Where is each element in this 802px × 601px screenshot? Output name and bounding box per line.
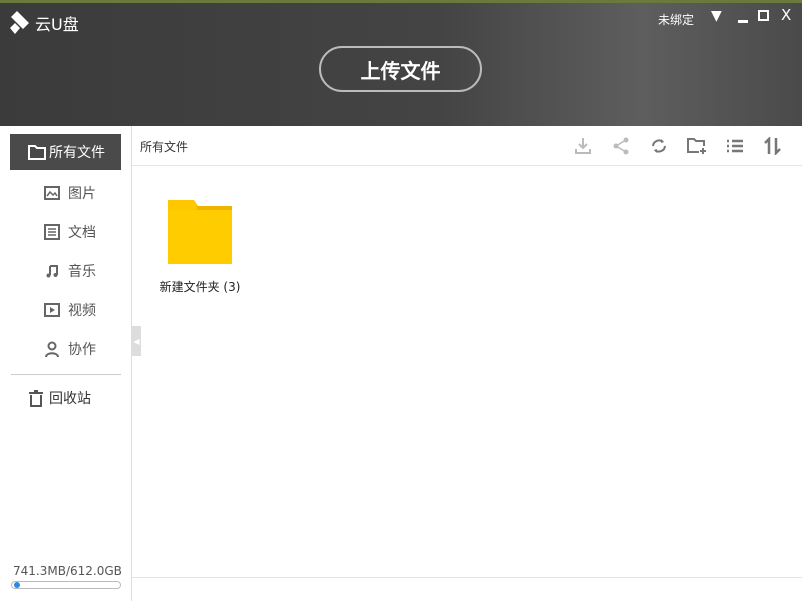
folder-item[interactable]: 新建文件夹 (3) (150, 196, 250, 295)
image-icon (44, 186, 60, 200)
sidebar-item-images[interactable]: 图片 (10, 175, 121, 211)
music-icon (44, 263, 60, 279)
sidebar: 所有文件 图片 文档 音乐 视频 协作 回收站 741.3MB/612.0GB (0, 126, 132, 601)
app-logo: 云U盘 (9, 11, 79, 35)
logo-icon (9, 11, 31, 35)
app-title: 云U盘 (35, 11, 79, 35)
sidebar-item-label: 协作 (68, 339, 96, 359)
close-button[interactable]: X (781, 7, 791, 23)
title-bar: 云U盘 未绑定 ▼ X 上传文件 (0, 0, 802, 126)
sidebar-item-video[interactable]: 视频 (10, 292, 121, 328)
minimize-button[interactable] (738, 12, 748, 23)
sidebar-item-trash[interactable]: 回收站 (10, 380, 121, 416)
toolbar: 所有文件 (132, 126, 802, 166)
list-view-icon[interactable] (724, 135, 746, 157)
collapse-sidebar-button[interactable]: ◀ (132, 326, 141, 356)
sidebar-item-all-files[interactable]: 所有文件 (10, 134, 121, 170)
folder-icon (28, 145, 46, 160)
sidebar-item-collaborate[interactable]: 协作 (10, 331, 121, 367)
refresh-icon[interactable] (648, 135, 670, 157)
new-folder-icon[interactable] (686, 135, 708, 157)
download-icon[interactable] (572, 135, 594, 157)
sidebar-item-music[interactable]: 音乐 (10, 253, 121, 289)
sidebar-item-label: 回收站 (49, 388, 91, 408)
status-bar-divider (132, 577, 802, 578)
document-icon (44, 224, 60, 240)
trash-icon (28, 390, 44, 407)
unbound-link[interactable]: 未绑定 (658, 11, 694, 28)
maximize-button[interactable] (758, 10, 769, 21)
breadcrumb[interactable]: 所有文件 (140, 138, 188, 155)
sidebar-item-label: 图片 (68, 183, 96, 203)
sidebar-item-label: 音乐 (68, 261, 96, 281)
sort-icon[interactable] (762, 135, 784, 157)
sidebar-item-label: 所有文件 (49, 142, 105, 162)
share-icon[interactable] (610, 135, 632, 157)
storage-progress-fill (14, 582, 20, 588)
folder-icon (167, 196, 233, 264)
storage-usage: 741.3MB/612.0GB (13, 564, 122, 578)
upload-button[interactable]: 上传文件 (319, 46, 482, 92)
sidebar-item-label: 文档 (68, 222, 96, 242)
folder-name: 新建文件夹 (3) (150, 278, 250, 295)
video-icon (44, 303, 60, 317)
storage-progress-bar (11, 581, 121, 589)
sidebar-item-label: 视频 (68, 300, 96, 320)
menu-dropdown-icon[interactable]: ▼ (711, 8, 722, 24)
sidebar-divider (11, 374, 121, 375)
sidebar-item-documents[interactable]: 文档 (10, 214, 121, 250)
user-icon (44, 341, 60, 357)
